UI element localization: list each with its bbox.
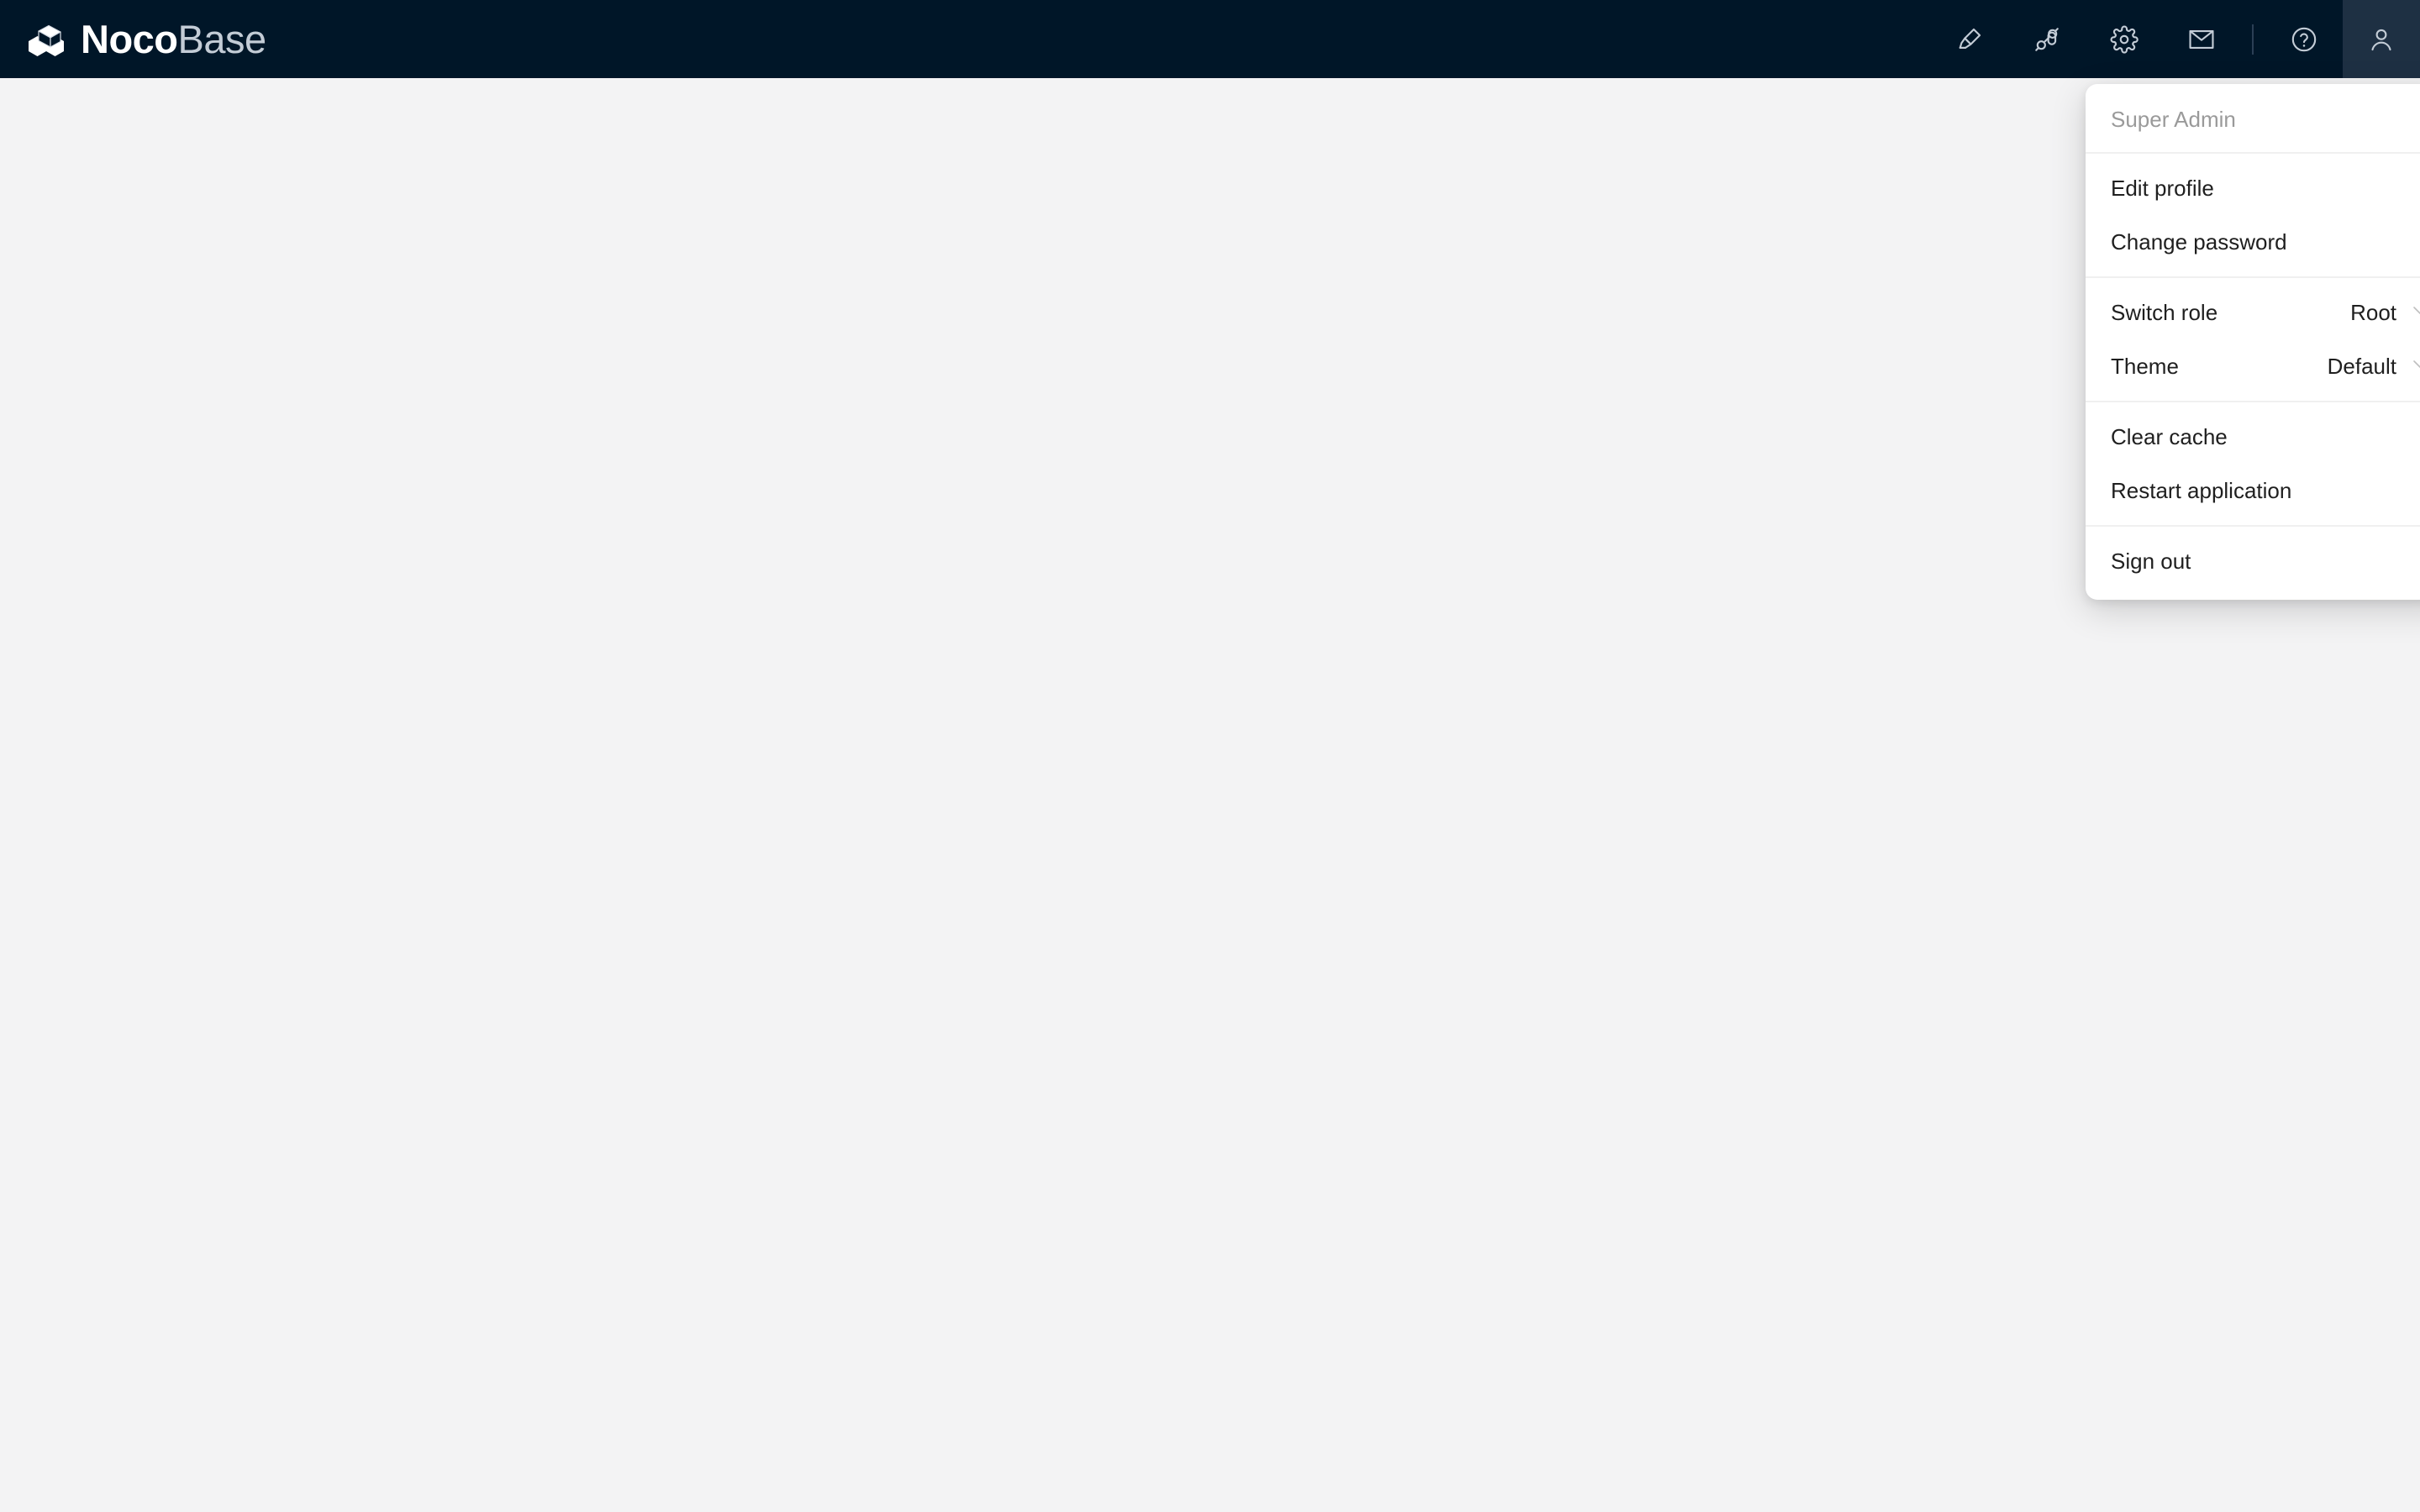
plugin-manager-button[interactable] [2008,0,2086,78]
app-header: Noco Base [0,0,2420,78]
menu-item-restart-application[interactable]: Restart application [2086,464,2420,517]
notifications-button[interactable] [2163,0,2240,78]
brand-name-light: Base [177,17,267,61]
menu-separator [2086,525,2420,527]
username-label: Super Admin [2111,106,2236,132]
change-password-label: Change password [2111,228,2287,255]
highlighter-icon [1955,25,1984,54]
nocobase-cube-logo-icon [25,18,69,61]
switch-role-label: Switch role [2111,299,2218,325]
gear-icon [2110,25,2139,54]
edit-profile-label: Edit profile [2111,175,2214,201]
user-dropdown-menu: Super Admin Edit profile Change password… [2086,84,2420,600]
menu-item-switch-role[interactable]: Switch role Root [2086,286,2420,339]
clear-cache-label: Clear cache [2111,423,2228,449]
switch-role-value: Root [2350,299,2396,325]
menu-item-sign-out[interactable]: Sign out [2086,534,2420,588]
menu-item-username: Super Admin [2086,94,2420,144]
sign-out-label: Sign out [2111,548,2191,574]
theme-value: Default [2327,353,2396,379]
user-avatar-icon [2367,25,2396,54]
brand-name-strong: Noco [81,17,178,61]
brand-name: Noco Base [81,19,266,59]
menu-item-edit-profile[interactable]: Edit profile [2086,161,2420,215]
menu-separator [2086,276,2420,278]
menu-separator [2086,152,2420,154]
theme-value-group[interactable]: Default [2328,354,2420,380]
settings-button[interactable] [2086,0,2163,78]
menu-item-change-password[interactable]: Change password [2086,215,2420,269]
menu-item-theme[interactable]: Theme Default [2086,339,2420,393]
mail-icon [2187,25,2216,54]
header-actions [1931,0,2420,78]
chevron-down-icon [2410,300,2420,326]
help-button[interactable] [2265,0,2343,78]
menu-item-clear-cache[interactable]: Clear cache [2086,410,2420,464]
user-avatar-button[interactable] [2343,0,2420,78]
restart-application-label: Restart application [2111,477,2292,503]
theme-label: Theme [2111,353,2179,379]
header-divider [2252,24,2254,55]
brand-logo[interactable]: Noco Base [0,0,266,78]
help-circle-icon [2290,25,2318,54]
plugin-icon [2033,25,2061,54]
menu-separator [2086,401,2420,402]
ui-editor-button[interactable] [1931,0,2008,78]
chevron-down-icon [2410,354,2420,380]
switch-role-value-group[interactable]: Root [2350,300,2420,326]
